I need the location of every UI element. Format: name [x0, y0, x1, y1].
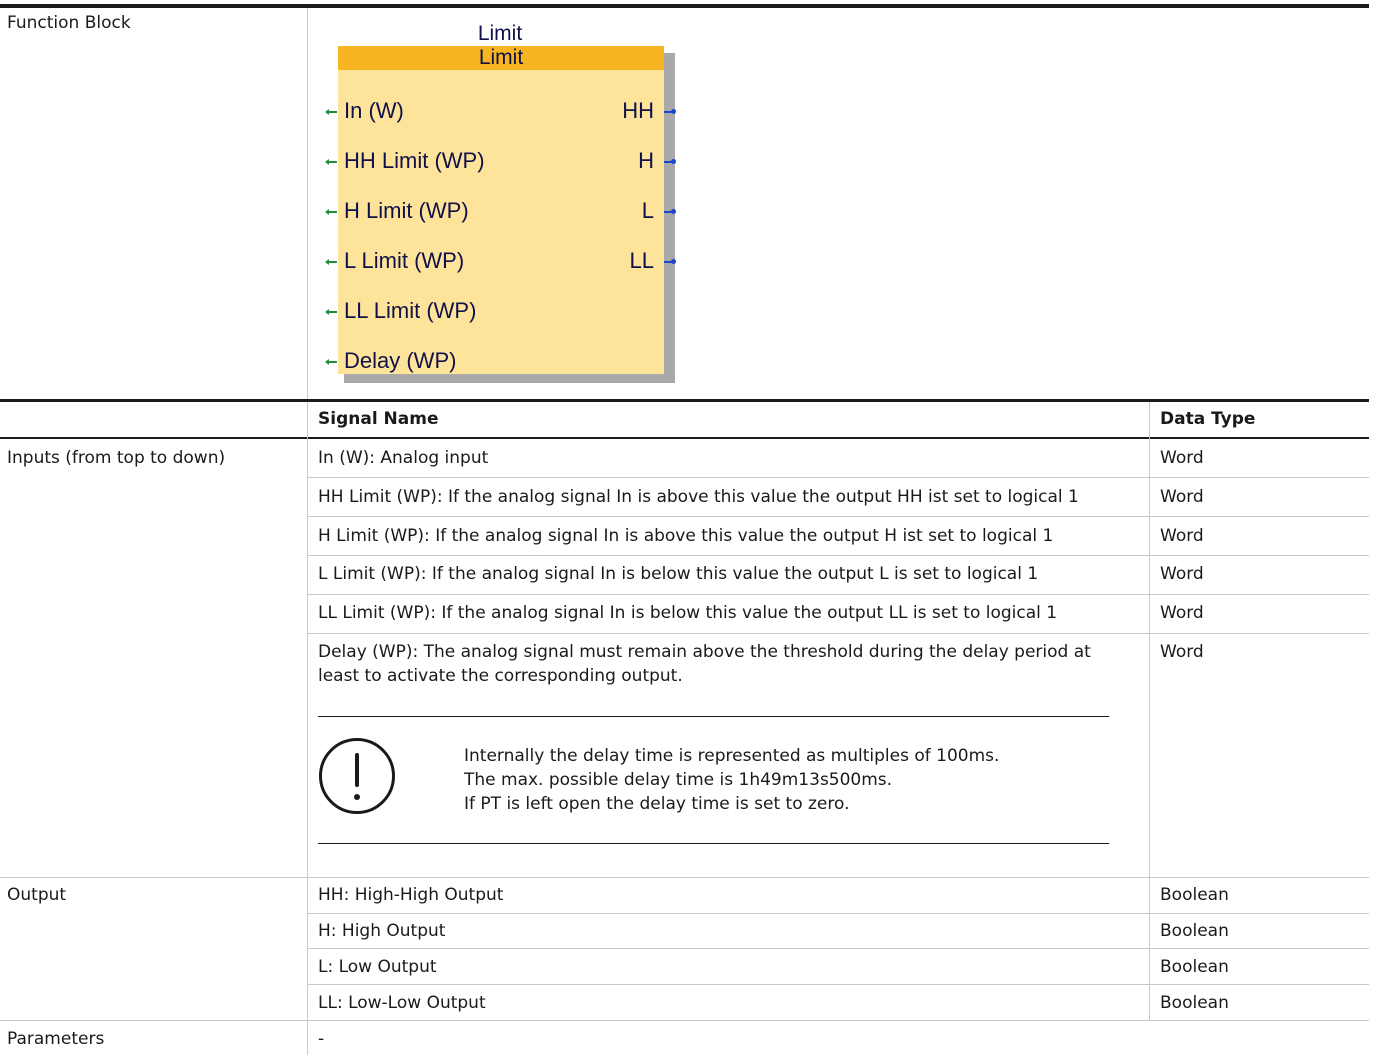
input-pin-icon: [325, 259, 337, 265]
input-pin-h-limit: H Limit (WP): [344, 198, 469, 223]
column-divider: [307, 402, 308, 1055]
row-divider: [307, 948, 1369, 949]
header-top-rule: [0, 399, 1369, 402]
note-line: If PT is left open the delay time is set…: [464, 794, 850, 814]
row-divider: [307, 594, 1369, 595]
input-pin-icon: [325, 359, 337, 365]
column-divider: [307, 8, 308, 400]
note-top-rule: [318, 716, 1109, 717]
input-pin-icon: [325, 309, 337, 315]
block-type-header: Limit: [338, 46, 664, 70]
input-pin-delay: Delay (WP): [344, 348, 457, 373]
table-row-type: Word: [1160, 603, 1204, 623]
note-line: Internally the delay time is represented…: [464, 746, 1000, 766]
output-section-label: Output: [7, 885, 67, 905]
table-row-type: Word: [1160, 448, 1204, 468]
function-block-label: Function Block: [7, 13, 131, 33]
block-instance-name: Limit: [477, 22, 523, 45]
row-divider: [307, 516, 1369, 517]
inputs-section-label: Inputs (from top to down): [7, 448, 226, 468]
exclamation-circle-icon: [319, 738, 395, 814]
table-row-type: Word: [1160, 642, 1204, 662]
table-row-signal: Delay (WP): The analog signal must remai…: [318, 642, 1091, 662]
output-pin-icon: [664, 259, 676, 264]
column-divider: [1149, 402, 1150, 1020]
table-row-type: Boolean: [1160, 921, 1229, 941]
output-pin-h: H: [638, 148, 654, 173]
column-header-signal-name: Signal Name: [318, 409, 439, 429]
output-pin-ll: LL: [629, 248, 654, 273]
input-pin-l-limit: L Limit (WP): [344, 248, 465, 273]
input-pin-hh-limit: HH Limit (WP): [344, 148, 485, 173]
input-pin-in: In (W): [344, 98, 404, 123]
table-row-signal: HH Limit (WP): If the analog signal In i…: [318, 487, 1079, 507]
column-header-data-type: Data Type: [1160, 409, 1256, 429]
table-row-signal: L Limit (WP): If the analog signal In is…: [318, 564, 1039, 584]
table-row-signal: L: Low Output: [318, 957, 437, 977]
input-pin-icon: [325, 109, 337, 115]
parameters-section-label: Parameters: [7, 1029, 105, 1049]
table-row-type: Word: [1160, 487, 1204, 507]
row-divider: [307, 555, 1369, 556]
header-bottom-rule: [0, 437, 1369, 439]
table-row-signal: In (W): Analog input: [318, 448, 489, 468]
output-pin-icon: [664, 209, 676, 214]
note-line: The max. possible delay time is 1h49m13s…: [464, 770, 893, 790]
table-row-signal: HH: High-High Output: [318, 885, 504, 905]
row-divider: [307, 633, 1369, 634]
output-pin-l: L: [641, 198, 654, 223]
input-pin-icon: [325, 159, 337, 165]
section-divider: [0, 1020, 1369, 1021]
note-bottom-rule: [318, 843, 1109, 844]
table-row-type: Word: [1160, 526, 1204, 546]
input-pin-ll-limit: LL Limit (WP): [344, 298, 477, 323]
row-divider: [307, 477, 1369, 478]
output-pin-icon: [664, 109, 676, 114]
table-row-signal-continued: least to activate the corresponding outp…: [318, 666, 683, 686]
table-row-signal: H: High Output: [318, 921, 446, 941]
table-row-type: Word: [1160, 564, 1204, 584]
table-row-type: Boolean: [1160, 885, 1229, 905]
table-row-type: Boolean: [1160, 993, 1229, 1013]
parameters-value: -: [318, 1029, 325, 1049]
table-row-type: Boolean: [1160, 957, 1229, 977]
row-divider: [307, 913, 1369, 914]
input-pin-icon: [325, 209, 337, 215]
output-pin-hh: HH: [622, 98, 654, 123]
table-row-signal: H Limit (WP): If the analog signal In is…: [318, 526, 1054, 546]
section-divider: [0, 877, 1369, 878]
table-row-signal: LL Limit (WP): If the analog signal In i…: [318, 603, 1058, 623]
output-pin-icon: [664, 159, 676, 164]
table-row-signal: LL: Low-Low Output: [318, 993, 486, 1013]
function-block-diagram: Limit Limit In (W) HH Limit (WP) H Limit…: [318, 16, 698, 388]
block-body: Limit In (W) HH Limit (WP) H Limit (WP) …: [325, 46, 676, 374]
top-rule: [0, 4, 1369, 8]
row-divider: [307, 984, 1369, 985]
